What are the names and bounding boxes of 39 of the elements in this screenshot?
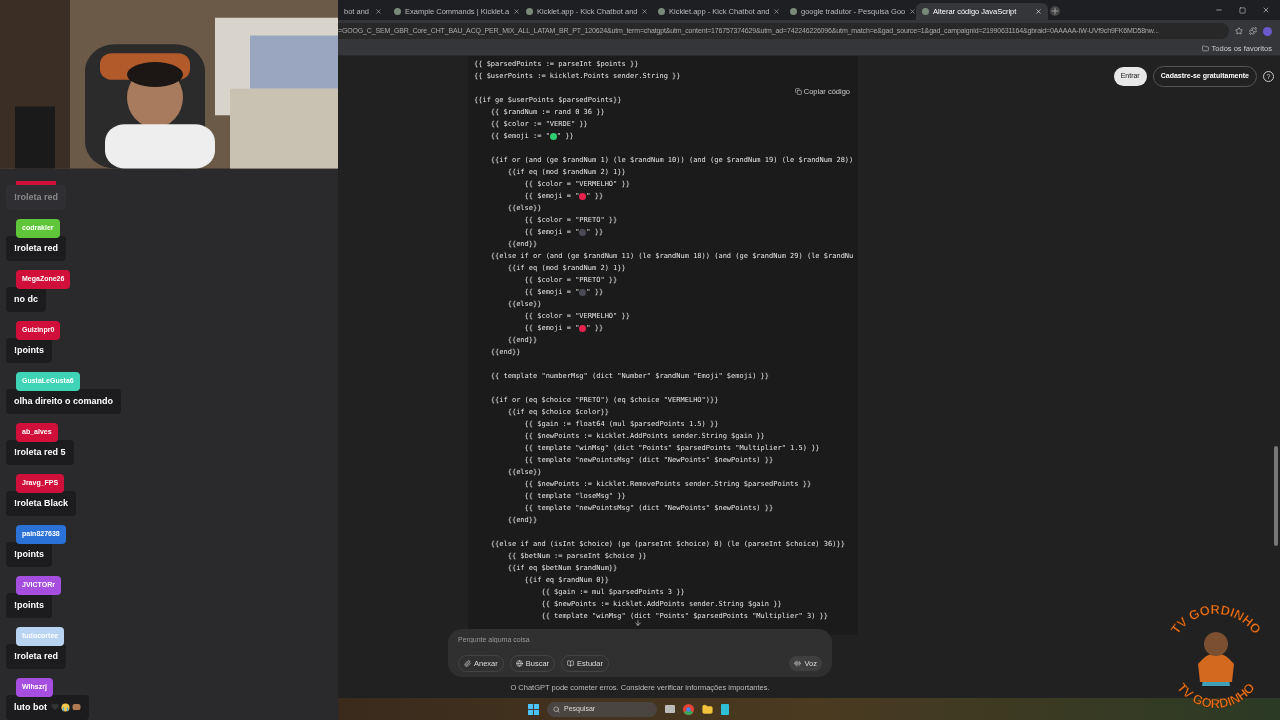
site-icon	[394, 8, 401, 15]
profile-avatar[interactable]	[1263, 26, 1272, 36]
minimize-icon[interactable]	[1215, 6, 1223, 14]
audio-waves-icon	[794, 659, 802, 667]
site-icon	[658, 8, 665, 15]
folder-icon	[1201, 45, 1209, 52]
folder-icon[interactable]	[702, 703, 713, 715]
site-icon	[922, 8, 929, 15]
close-icon[interactable]	[375, 8, 382, 15]
heart-icon	[51, 703, 59, 712]
close-icon[interactable]	[641, 8, 649, 15]
chat-message: !roleta red	[6, 184, 66, 210]
bookmark-icon[interactable]	[1235, 27, 1243, 35]
globe-icon	[515, 659, 523, 667]
chat-message: !roleta red 5	[6, 439, 74, 465]
scroll-down-icon[interactable]	[634, 618, 642, 627]
app-icon[interactable]	[721, 703, 729, 715]
fist-icon	[72, 703, 81, 712]
copy-icon	[794, 88, 802, 96]
book-icon	[567, 659, 575, 667]
chat-message: !roleta red	[6, 235, 66, 261]
maximize-icon[interactable]	[1239, 7, 1246, 14]
paperclip-icon	[464, 659, 471, 667]
site-icon	[790, 8, 797, 15]
scrollbar[interactable]	[1274, 446, 1278, 546]
chat-message: luto bot	[6, 694, 89, 720]
extensions-icon[interactable]	[1249, 27, 1257, 35]
search-icon	[553, 705, 560, 713]
browser-icon[interactable]	[683, 703, 694, 715]
site-icon	[526, 8, 533, 15]
new-tab-icon[interactable]	[1050, 6, 1060, 16]
close-icon[interactable]	[1262, 6, 1270, 14]
windows-icon[interactable]	[528, 703, 539, 715]
close-icon[interactable]	[513, 8, 521, 15]
chat-message: !roleta Black	[6, 490, 77, 516]
close-icon[interactable]	[773, 8, 781, 15]
crying-face-icon	[61, 702, 70, 712]
close-icon[interactable]	[909, 8, 917, 15]
chat-message: olha direito o comando	[6, 388, 121, 414]
